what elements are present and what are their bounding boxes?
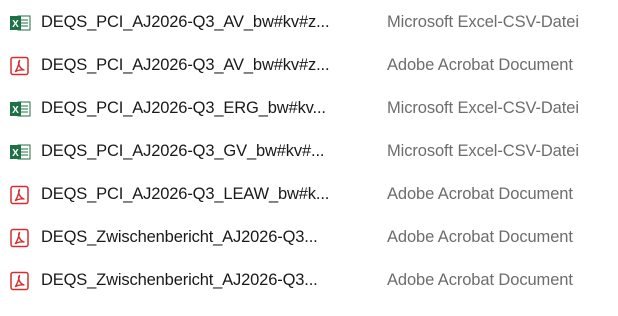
file-name: DEQS_PCI_AJ2026-Q3_ERG_bw#kv... — [41, 99, 326, 117]
pdf-icon — [9, 185, 31, 205]
file-name: DEQS_PCI_AJ2026-Q3_GV_bw#kv#... — [41, 142, 325, 160]
excel-csv-icon: X — [9, 142, 31, 162]
file-type: Adobe Acrobat Document — [387, 185, 573, 203]
file-type: Microsoft Excel-CSV-Datei — [387, 13, 579, 31]
pdf-icon — [9, 271, 31, 291]
pdf-icon — [9, 56, 31, 76]
svg-text:X: X — [12, 105, 19, 116]
file-type: Adobe Acrobat Document — [387, 271, 573, 289]
excel-csv-icon: X — [9, 99, 31, 119]
file-name: DEQS_Zwischenbericht_AJ2026-Q3... — [41, 228, 318, 246]
file-row[interactable]: X DEQS_PCI_AJ2026-Q3_AV_bw#kv#z... Micro… — [0, 7, 618, 39]
svg-text:X: X — [12, 148, 19, 159]
file-name: DEQS_PCI_AJ2026-Q3_AV_bw#kv#z... — [41, 13, 330, 31]
svg-text:X: X — [12, 19, 19, 30]
file-row[interactable]: DEQS_Zwischenbericht_AJ2026-Q3... Adobe … — [0, 222, 618, 254]
file-row[interactable]: X DEQS_PCI_AJ2026-Q3_ERG_bw#kv... Micros… — [0, 93, 618, 125]
file-row[interactable]: DEQS_PCI_AJ2026-Q3_AV_bw#kv#z... Adobe A… — [0, 50, 618, 82]
file-list: X DEQS_PCI_AJ2026-Q3_AV_bw#kv#z... Micro… — [0, 0, 618, 316]
file-row[interactable]: DEQS_PCI_AJ2026-Q3_LEAW_bw#k... Adobe Ac… — [0, 179, 618, 211]
file-type: Adobe Acrobat Document — [387, 228, 573, 246]
file-type: Microsoft Excel-CSV-Datei — [387, 99, 579, 117]
excel-csv-icon: X — [9, 13, 31, 33]
file-name: DEQS_PCI_AJ2026-Q3_AV_bw#kv#z... — [41, 56, 330, 74]
file-name: DEQS_Zwischenbericht_AJ2026-Q3... — [41, 271, 318, 289]
file-type: Adobe Acrobat Document — [387, 56, 573, 74]
file-row[interactable]: X DEQS_PCI_AJ2026-Q3_GV_bw#kv#... Micros… — [0, 136, 618, 168]
file-type: Microsoft Excel-CSV-Datei — [387, 142, 579, 160]
file-name: DEQS_PCI_AJ2026-Q3_LEAW_bw#k... — [41, 185, 330, 203]
pdf-icon — [9, 228, 31, 248]
file-row[interactable]: DEQS_Zwischenbericht_AJ2026-Q3... Adobe … — [0, 265, 618, 297]
